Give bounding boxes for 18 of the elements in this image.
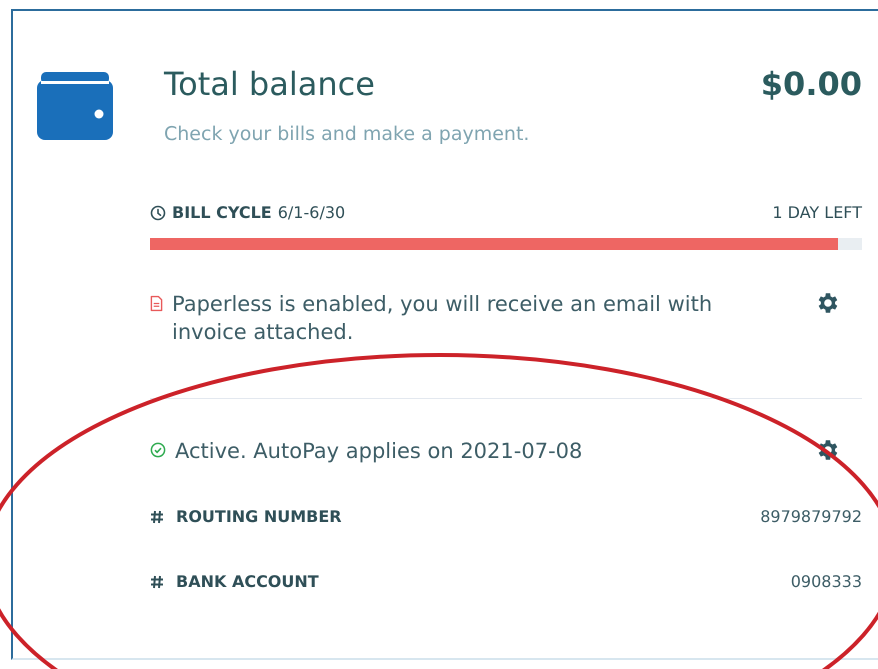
bill-cycle-label: BILL CYCLE [172,203,272,222]
field-label: BANK ACCOUNT [176,572,319,591]
hash-icon [150,574,164,588]
document-icon [150,295,163,312]
bill-cycle-dates: 6/1-6/30 [278,203,346,222]
notice-text: Paperless is enabled, you will receive an email with invoice attached. [172,291,714,346]
notice-text: Active. AutoPay applies on 2021-07-08 [175,438,584,465]
balance-amount: $0.00 [760,65,862,103]
balance-subtitle: Check your bills and make a payment. [163,123,530,145]
balance-title: Total balance [164,65,375,103]
days-left-text: 1 DAY LEFT [772,203,862,222]
check-circle-icon [150,442,166,458]
field-label: ROUTING NUMBER [176,507,342,526]
field-value: 8979879792 [760,507,862,526]
hash-icon [150,510,164,524]
field-value: 0908333 [790,572,862,591]
wallet-icon [37,72,113,140]
clock-icon [150,204,166,220]
